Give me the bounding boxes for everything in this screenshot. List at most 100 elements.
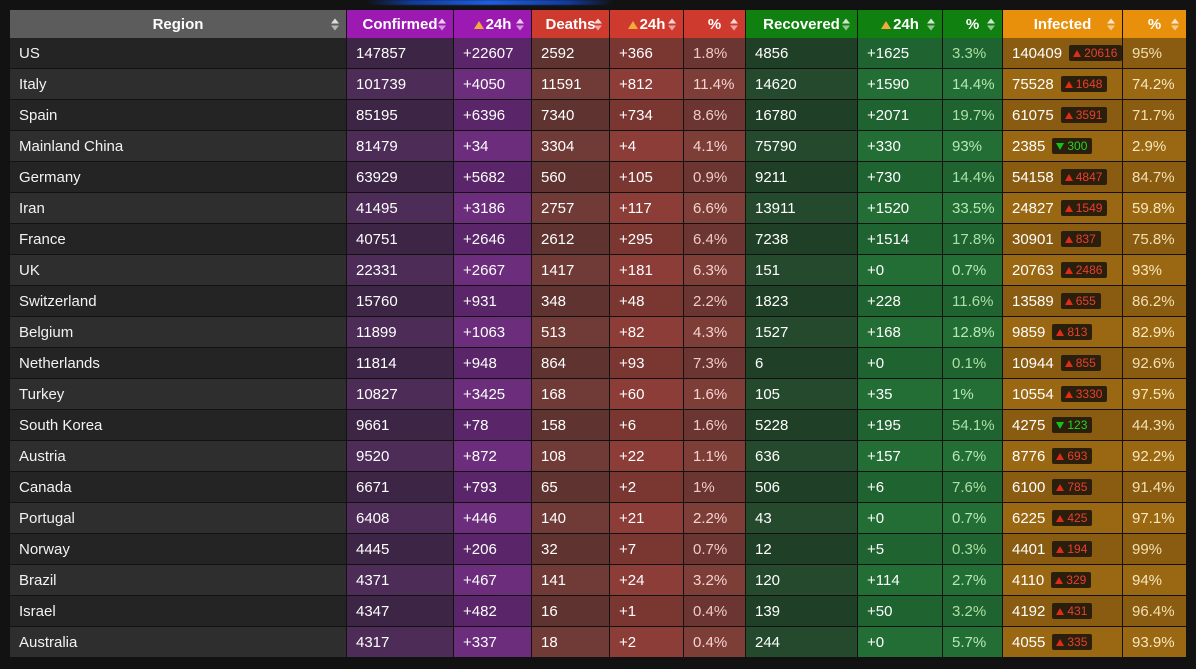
- sort-updown-icon[interactable]: [842, 16, 851, 33]
- table-row[interactable]: Germany 63929 +5682 560 +105 0.9% 9211 +730 14.4…: [10, 162, 1186, 193]
- cell-infpct: 97.5%: [1123, 379, 1186, 410]
- table-row[interactable]: Iran 41495 +3186 2757 +117 6.6% 13911 +1520 33.5…: [10, 193, 1186, 224]
- cell-text: 0.7%: [952, 509, 987, 527]
- cell-text: 75.8%: [1132, 230, 1175, 248]
- cell-text: +6: [619, 416, 637, 434]
- table-row[interactable]: Portugal 6408 +446 140 +21 2.2% 43 +0 0.7% 6225 42…: [10, 503, 1186, 534]
- table-row[interactable]: Turkey 10827 +3425 168 +60 1.6% 105 +35 1% 10554 3…: [10, 379, 1186, 410]
- column-header-death24[interactable]: 24h: [610, 10, 684, 38]
- cell-text: 2757: [541, 199, 575, 217]
- table-row[interactable]: Netherlands 11814 +948 864 +93 7.3% 6 +0 0.1% 109…: [10, 348, 1186, 379]
- sort-updown-icon[interactable]: [1171, 16, 1180, 33]
- sort-updown-icon[interactable]: [1107, 16, 1116, 33]
- table-row[interactable]: South Korea 9661 +78 158 +6 1.6% 5228 +195 54.1%…: [10, 410, 1186, 441]
- cell-infected: 30901 837: [1003, 224, 1123, 255]
- cell-text: 91.4%: [1132, 478, 1175, 496]
- column-header-recovered[interactable]: Recovered: [746, 10, 858, 38]
- column-header-infpct[interactable]: %: [1123, 10, 1186, 38]
- cell-text: 11591: [541, 75, 582, 93]
- infected-value: 6100: [1012, 478, 1046, 496]
- column-header-region[interactable]: Region: [10, 10, 347, 38]
- column-header-deathpct[interactable]: %: [684, 10, 746, 38]
- table-row[interactable]: Australia 4317 +337 18 +2 0.4% 244 +0 5.7% 4055 33…: [10, 627, 1186, 658]
- table-row[interactable]: Spain 85195 +6396 7340 +734 8.6% 16780 +2071 19.…: [10, 100, 1186, 131]
- cell-text: 1417: [541, 261, 575, 279]
- cell-rec24: +730: [858, 162, 943, 193]
- table-row[interactable]: Italy 101739 +4050 11591 +812 11.4% 14620 +1590…: [10, 69, 1186, 100]
- column-header-deaths[interactable]: Deaths: [532, 10, 610, 38]
- sort-updown-icon[interactable]: [438, 16, 447, 33]
- table-row[interactable]: Brazil 4371 +467 141 +24 3.2% 120 +114 2.7% 4110 3…: [10, 565, 1186, 596]
- table-row[interactable]: Norway 4445 +206 32 +7 0.7% 12 +5 0.3% 4401 194 99%: [10, 534, 1186, 565]
- cell-text: 4371: [356, 571, 390, 589]
- infected-cell-content: 9859 813: [1012, 324, 1113, 341]
- cell-deathpct: 11.4%: [684, 69, 746, 100]
- cell-text: 11814: [356, 354, 397, 372]
- infected-value: 10554: [1012, 385, 1054, 403]
- column-header-rec24[interactable]: 24h: [858, 10, 943, 38]
- cell-deathpct: 0.4%: [684, 627, 746, 658]
- column-header-label: 24h: [881, 16, 919, 33]
- table-row[interactable]: UK 22331 +2667 1417 +181 6.3% 151 +0 0.7% 20763 24…: [10, 255, 1186, 286]
- infected-delta-value: 3591: [1075, 108, 1103, 122]
- column-header-confirmed[interactable]: Confirmed: [347, 10, 454, 38]
- cell-infpct: 96.4%: [1123, 596, 1186, 627]
- table-row[interactable]: Canada 6671 +793 65 +2 1% 506 +6 7.6% 6100 785 91.4…: [10, 472, 1186, 503]
- cell-text: 71.7%: [1132, 106, 1175, 124]
- cell-confirmed: 11814: [347, 348, 454, 379]
- column-header-conf24[interactable]: 24h: [454, 10, 532, 38]
- cell-text: 9520: [356, 447, 390, 465]
- cell-text: 101739: [356, 75, 407, 93]
- cell-infpct: 74.2%: [1123, 69, 1186, 100]
- cell-confirmed: 10827: [347, 379, 454, 410]
- cell-infpct: 97.1%: [1123, 503, 1186, 534]
- column-header-recpct[interactable]: %: [943, 10, 1003, 38]
- cell-text: 93.9%: [1132, 633, 1175, 651]
- cell-text: +2071: [867, 106, 910, 124]
- sort-updown-icon[interactable]: [927, 16, 936, 33]
- sort-updown-icon[interactable]: [331, 16, 340, 33]
- infected-delta-badge: 2486: [1060, 262, 1108, 278]
- cell-text: Canada: [19, 478, 72, 496]
- cell-text: +48: [619, 292, 645, 310]
- cell-text: 3.2%: [693, 571, 728, 589]
- cell-text: 9661: [356, 416, 390, 434]
- table-row[interactable]: Mainland China 81479 +34 3304 +4 4.1% 75790 +33…: [10, 131, 1186, 162]
- cell-deaths: 18: [532, 627, 610, 658]
- sort-updown-icon[interactable]: [516, 16, 525, 33]
- cell-infected: 4055 335: [1003, 627, 1123, 658]
- cell-text: 74.2%: [1132, 75, 1175, 93]
- arrow-up-icon: [1056, 483, 1065, 491]
- table-row[interactable]: Austria 9520 +872 108 +22 1.1% 636 +157 6.7% 8776…: [10, 441, 1186, 472]
- table-row[interactable]: France 40751 +2646 2612 +295 6.4% 7238 +1514 17.…: [10, 224, 1186, 255]
- cell-text: 6408: [356, 509, 390, 527]
- sort-updown-icon[interactable]: [668, 16, 677, 33]
- cell-text: +366: [619, 44, 653, 62]
- table-row[interactable]: Belgium 11899 +1063 513 +82 4.3% 1527 +168 12.8%…: [10, 317, 1186, 348]
- column-header-infected[interactable]: Infected: [1003, 10, 1123, 38]
- infected-cell-content: 10554 3330: [1012, 386, 1113, 403]
- table-row[interactable]: Israel 4347 +482 16 +1 0.4% 139 +50 3.2% 4192 431 9…: [10, 596, 1186, 627]
- cell-confirmed: 22331: [347, 255, 454, 286]
- sort-updown-icon[interactable]: [730, 16, 739, 33]
- cell-rec24: +1520: [858, 193, 943, 224]
- table-row[interactable]: Switzerland 15760 +931 348 +48 2.2% 1823 +228 11…: [10, 286, 1186, 317]
- cell-conf24: +78: [454, 410, 532, 441]
- cell-infected: 4401 194: [1003, 534, 1123, 565]
- table-row[interactable]: US 147857 +22607 2592 +366 1.8% 4856 +1625 3.3% 1…: [10, 38, 1186, 69]
- sort-updown-icon[interactable]: [594, 16, 603, 33]
- delta-up-triangle-icon: [881, 20, 892, 29]
- cell-region: US: [10, 38, 347, 69]
- infected-value: 20763: [1012, 261, 1054, 279]
- infected-delta-value: 300: [1067, 139, 1088, 153]
- infected-delta-value: 655: [1075, 294, 1096, 308]
- cell-text: 3304: [541, 137, 575, 155]
- infected-delta-badge: 4847: [1060, 169, 1108, 185]
- cell-confirmed: 15760: [347, 286, 454, 317]
- cell-recpct: 14.4%: [943, 69, 1003, 100]
- infected-cell-content: 30901 837: [1012, 231, 1113, 248]
- infected-delta-badge: 3330: [1060, 386, 1108, 402]
- cell-text: 513: [541, 323, 567, 341]
- sort-updown-icon[interactable]: [987, 16, 996, 33]
- cell-deathpct: 1.6%: [684, 410, 746, 441]
